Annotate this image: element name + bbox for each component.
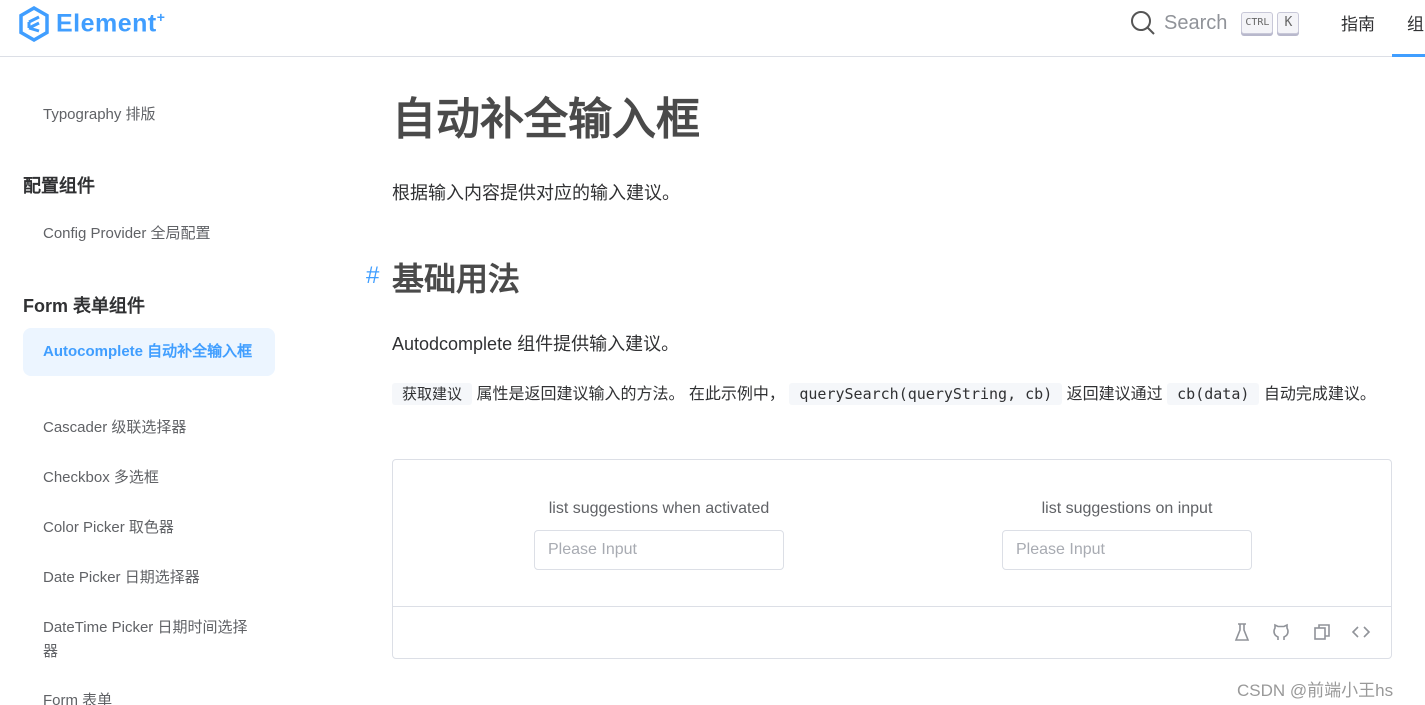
sidebar-item-cascader[interactable]: Cascader 级联选择器 xyxy=(23,416,275,440)
sidebar-item-checkbox[interactable]: Checkbox 多选框 xyxy=(23,466,275,490)
section-title: 基础用法 xyxy=(392,261,521,297)
sidebar-group-form: Form 表单组件 xyxy=(23,296,146,316)
demo-col-on-input: list suggestions on input Please Input xyxy=(1002,500,1252,570)
demo-block: list suggestions when activated Please I… xyxy=(392,459,1392,659)
text: 返回建议通过 xyxy=(1062,386,1168,403)
nav-active-indicator xyxy=(1392,54,1425,57)
top-header: Element+ Search CTRL K 指南 组 xyxy=(0,0,1425,57)
sidebar-group-config: 配置组件 xyxy=(23,176,95,196)
demo-label: list suggestions on input xyxy=(1041,500,1213,517)
github-icon[interactable] xyxy=(1270,621,1292,643)
code-cb: cb(data) xyxy=(1167,383,1260,405)
logo-text: Element+ xyxy=(56,9,166,38)
sidebar-item-config-provider[interactable]: Config Provider 全局配置 xyxy=(23,222,275,246)
page-title: 自动补全输入框 xyxy=(392,95,700,144)
sidebar: Typography 排版 配置组件 Config Provider 全局配置 … xyxy=(0,57,300,705)
logo[interactable]: Element+ xyxy=(18,6,165,42)
code-fetch-suggestions: 获取建议 xyxy=(392,383,473,405)
sidebar-item-autocomplete[interactable]: Autocomplete 自动补全输入框 xyxy=(23,328,275,376)
text: 属性是返回建议输入的方法。 在此示例中， xyxy=(472,386,790,403)
section-anchor[interactable]: # xyxy=(366,262,379,290)
autocomplete-input-activated[interactable]: Please Input xyxy=(534,530,784,570)
search-label: Search xyxy=(1164,11,1228,34)
search-button[interactable]: Search CTRL K xyxy=(1130,10,1300,36)
sidebar-item-form[interactable]: Form 表单 xyxy=(23,689,275,705)
sidebar-item-color-picker[interactable]: Color Picker 取色器 xyxy=(23,516,275,540)
page-intro: 根据输入内容提供对应的输入建议。 xyxy=(392,183,680,203)
sidebar-item-typography[interactable]: Typography 排版 xyxy=(23,103,275,127)
watermark: CSDN @前端小王hs xyxy=(1237,681,1394,700)
element-logo-icon xyxy=(19,6,49,42)
demo-label: list suggestions when activated xyxy=(548,500,770,517)
demo-col-activated: list suggestions when activated Please I… xyxy=(534,500,784,570)
kbd-ctrl: CTRL xyxy=(1241,12,1274,34)
sidebar-item-date-picker[interactable]: Date Picker 日期选择器 xyxy=(23,566,275,590)
copy-icon[interactable] xyxy=(1311,621,1333,643)
search-icon xyxy=(1131,11,1155,35)
section-detail: 获取建议 属性是返回建议输入的方法。 在此示例中， querySearch(qu… xyxy=(392,379,1392,410)
nav-guide[interactable]: 指南 xyxy=(1341,10,1375,35)
nav-components[interactable]: 组 xyxy=(1407,10,1424,35)
demo-toolbar xyxy=(393,606,1391,658)
section-desc: Autodcomplete 组件提供输入建议。 xyxy=(392,334,680,354)
code-icon[interactable] xyxy=(1350,621,1372,643)
sidebar-item-datetime-picker[interactable]: DateTime Picker 日期时间选择器 xyxy=(23,616,275,664)
autocomplete-input-on-input[interactable]: Please Input xyxy=(1002,530,1252,570)
flask-icon[interactable] xyxy=(1231,621,1253,643)
code-query-search: querySearch(queryString, cb) xyxy=(789,383,1063,405)
kbd-k: K xyxy=(1277,12,1300,34)
text: 自动完成建议。 xyxy=(1259,386,1376,403)
